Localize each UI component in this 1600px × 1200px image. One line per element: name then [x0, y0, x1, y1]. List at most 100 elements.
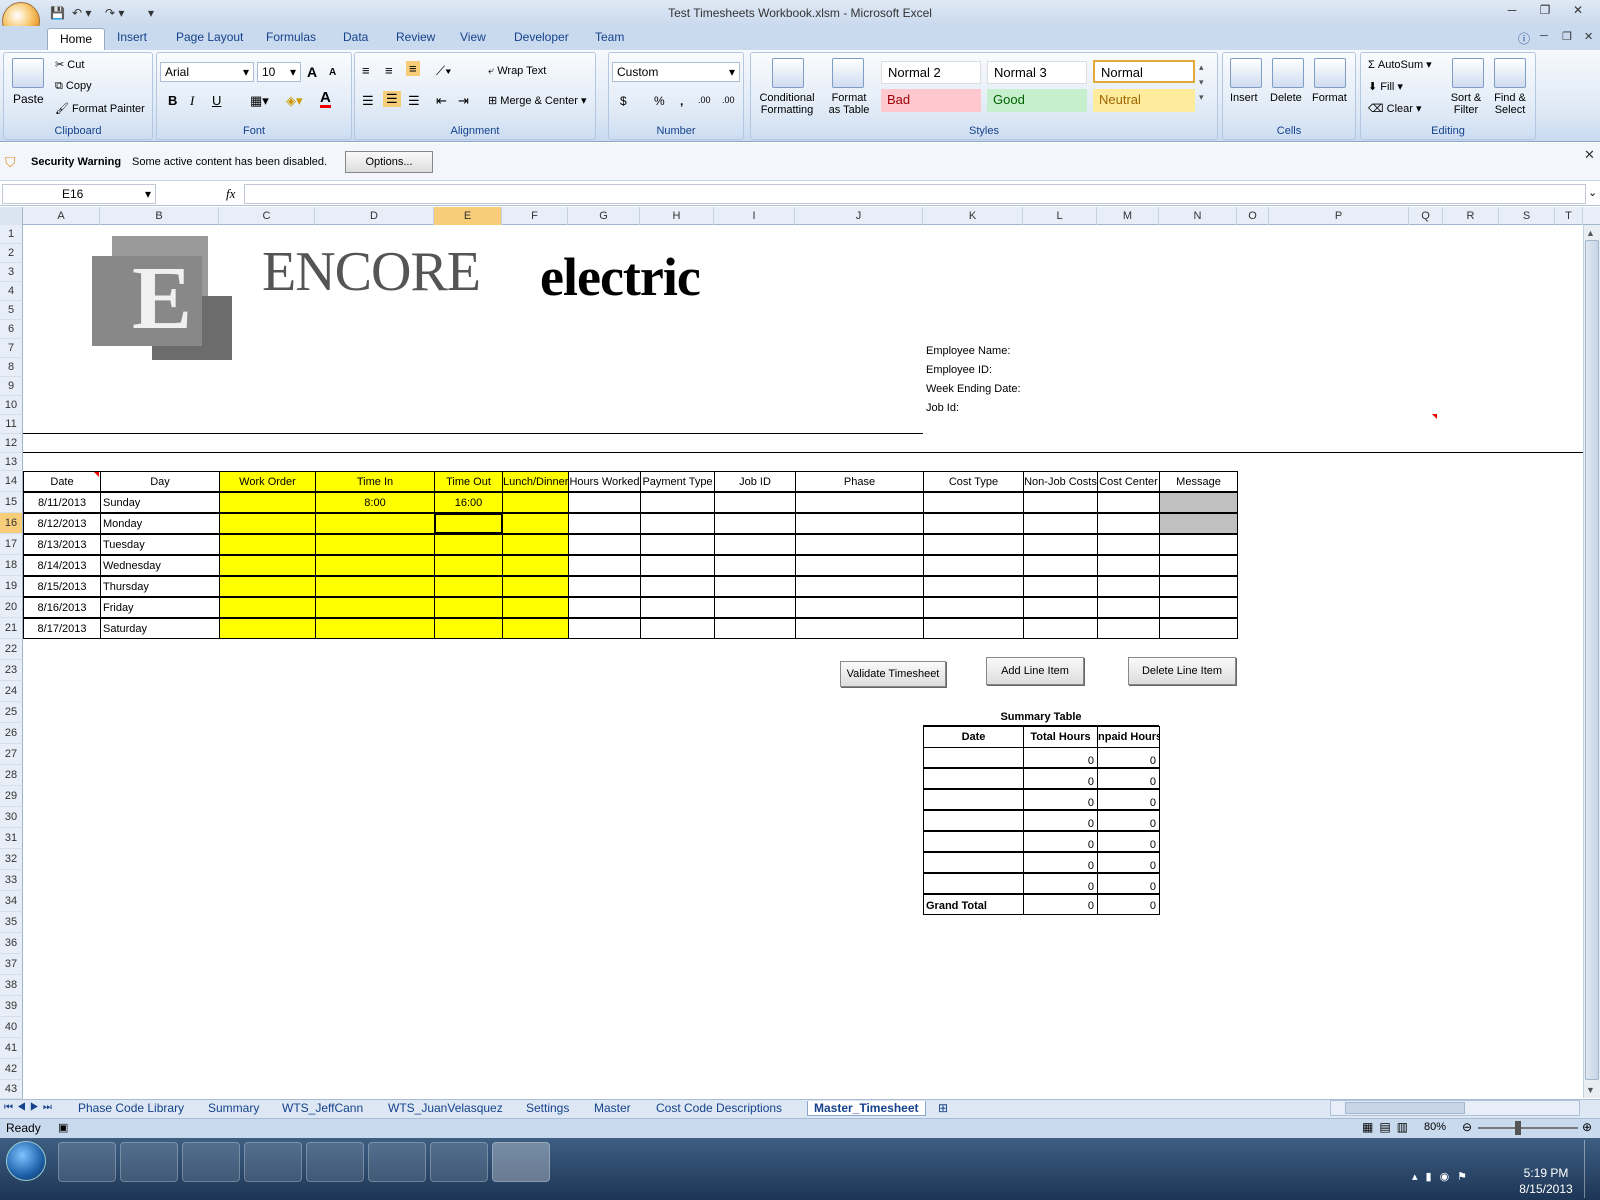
table-cell[interactable]	[219, 492, 316, 513]
table-cell[interactable]	[1159, 576, 1238, 597]
row-header[interactable]: 16	[0, 513, 23, 534]
table-cell[interactable]	[315, 576, 435, 597]
row-header[interactable]: 37	[0, 954, 23, 975]
table-cell[interactable]: 8/17/2013	[23, 618, 101, 639]
table-cell[interactable]	[1023, 513, 1098, 534]
number-format-select[interactable]: Custom ▾	[612, 62, 740, 82]
row-header[interactable]: 4	[0, 282, 23, 301]
tab-formulas[interactable]: Formulas	[266, 30, 316, 44]
row-header[interactable]: 20	[0, 597, 23, 618]
copy-button[interactable]: ⧉ Copy	[55, 80, 92, 93]
insert-sheet-icon[interactable]: ⊞	[938, 1101, 948, 1115]
table-cell[interactable]	[795, 513, 924, 534]
format-cells-icon[interactable]	[1314, 58, 1346, 88]
style-normal[interactable]: Normal	[1093, 60, 1195, 83]
column-header-g[interactable]: G	[568, 207, 640, 225]
decrease-decimal-button[interactable]: .00	[722, 95, 735, 105]
row-header[interactable]: 42	[0, 1059, 23, 1080]
table-cell[interactable]	[1097, 513, 1160, 534]
column-header-h[interactable]: H	[640, 207, 714, 225]
column-header-j[interactable]: J	[795, 207, 923, 225]
delete-line-item-button[interactable]: Delete Line Item	[1128, 657, 1236, 685]
tab-insert[interactable]: Insert	[117, 30, 147, 44]
row-header[interactable]: 9	[0, 377, 23, 396]
row-header[interactable]: 29	[0, 786, 23, 807]
sheet-tab-wts-jeffcann[interactable]: WTS_JeffCann	[282, 1101, 363, 1115]
column-header-l[interactable]: L	[1023, 207, 1097, 225]
delete-cells-button[interactable]: Delete	[1270, 92, 1302, 104]
chrome-icon[interactable]	[306, 1142, 364, 1182]
row-header[interactable]: 22	[0, 639, 23, 660]
table-cell[interactable]	[795, 576, 924, 597]
table-cell[interactable]	[640, 513, 715, 534]
table-cell[interactable]	[219, 618, 316, 639]
row-header[interactable]: 38	[0, 975, 23, 996]
fill-button[interactable]: ⬇ Fill ▾	[1368, 80, 1403, 93]
table-cell[interactable]: 8:00	[315, 492, 435, 513]
tab-review[interactable]: Review	[396, 30, 435, 44]
align-bottom-icon[interactable]: ≡	[406, 61, 420, 76]
row-header[interactable]: 2	[0, 244, 23, 263]
table-cell[interactable]: 8/16/2013	[23, 597, 101, 618]
sheet-tab-master[interactable]: Master	[594, 1101, 631, 1115]
decrease-indent-icon[interactable]: ⇤	[436, 93, 447, 109]
select-all-button[interactable]	[0, 207, 23, 225]
options-button[interactable]: Options...	[345, 151, 433, 173]
row-header[interactable]: 26	[0, 723, 23, 744]
table-cell[interactable]: Friday	[100, 597, 220, 618]
conditional-formatting-icon[interactable]	[772, 58, 804, 88]
table-cell[interactable]: 8/11/2013	[23, 492, 101, 513]
table-cell[interactable]	[568, 618, 641, 639]
table-cell[interactable]	[1159, 618, 1238, 639]
row-header[interactable]: 15	[0, 492, 23, 513]
table-cell[interactable]	[640, 618, 715, 639]
row-header[interactable]: 40	[0, 1017, 23, 1038]
table-cell[interactable]: 8/13/2013	[23, 534, 101, 555]
sort-filter-button[interactable]: Sort & Filter	[1444, 92, 1488, 116]
table-cell[interactable]	[795, 555, 924, 576]
table-cell[interactable]	[795, 597, 924, 618]
table-cell[interactable]	[714, 576, 796, 597]
column-header-c[interactable]: C	[219, 207, 315, 225]
table-cell[interactable]	[714, 618, 796, 639]
row-header[interactable]: 1	[0, 225, 23, 244]
tab-data[interactable]: Data	[343, 30, 368, 44]
row-header[interactable]: 8	[0, 358, 23, 377]
table-cell[interactable]	[1023, 618, 1098, 639]
table-cell[interactable]	[434, 597, 503, 618]
find-select-icon[interactable]	[1494, 58, 1526, 88]
column-header-n[interactable]: N	[1159, 207, 1237, 225]
row-header[interactable]: 19	[0, 576, 23, 597]
validate-timesheet-button[interactable]: Validate Timesheet	[840, 661, 946, 687]
sheet-tab-wts-juanvelasquez[interactable]: WTS_JuanVelasquez	[388, 1101, 503, 1115]
name-box[interactable]: E16 ▾	[2, 184, 156, 204]
table-cell[interactable]: Wednesday	[100, 555, 220, 576]
undo-icon[interactable]: ↶ ▾	[72, 6, 91, 20]
align-left-icon[interactable]: ☰	[362, 93, 374, 109]
table-cell[interactable]	[640, 576, 715, 597]
row-header[interactable]: 33	[0, 870, 23, 891]
styles-scroll-icon[interactable]: ▴ ▾ ▾	[1199, 60, 1204, 105]
macro-record-icon[interactable]: ▣	[58, 1121, 68, 1134]
row-header[interactable]: 3	[0, 263, 23, 282]
wrap-text-button[interactable]: ⤶ Wrap Text	[488, 65, 546, 78]
column-header-s[interactable]: S	[1499, 207, 1555, 225]
table-cell[interactable]	[640, 534, 715, 555]
column-header-m[interactable]: M	[1097, 207, 1159, 225]
column-header-a[interactable]: A	[23, 207, 100, 225]
font-color-button[interactable]: A	[320, 90, 331, 108]
format-cells-button[interactable]: Format	[1312, 92, 1347, 104]
table-cell[interactable]	[795, 534, 924, 555]
table-cell[interactable]	[1023, 534, 1098, 555]
sticky-notes-icon[interactable]	[368, 1142, 426, 1182]
table-cell[interactable]	[1097, 618, 1160, 639]
comma-button[interactable]: ,	[680, 94, 683, 108]
table-cell[interactable]	[219, 597, 316, 618]
table-cell[interactable]	[1023, 597, 1098, 618]
column-header-o[interactable]: O	[1237, 207, 1269, 225]
table-cell[interactable]: 8/12/2013	[23, 513, 101, 534]
table-cell[interactable]	[795, 492, 924, 513]
find-select-button[interactable]: Find & Select	[1488, 92, 1532, 116]
table-cell[interactable]	[640, 597, 715, 618]
row-header[interactable]: 21	[0, 618, 23, 639]
